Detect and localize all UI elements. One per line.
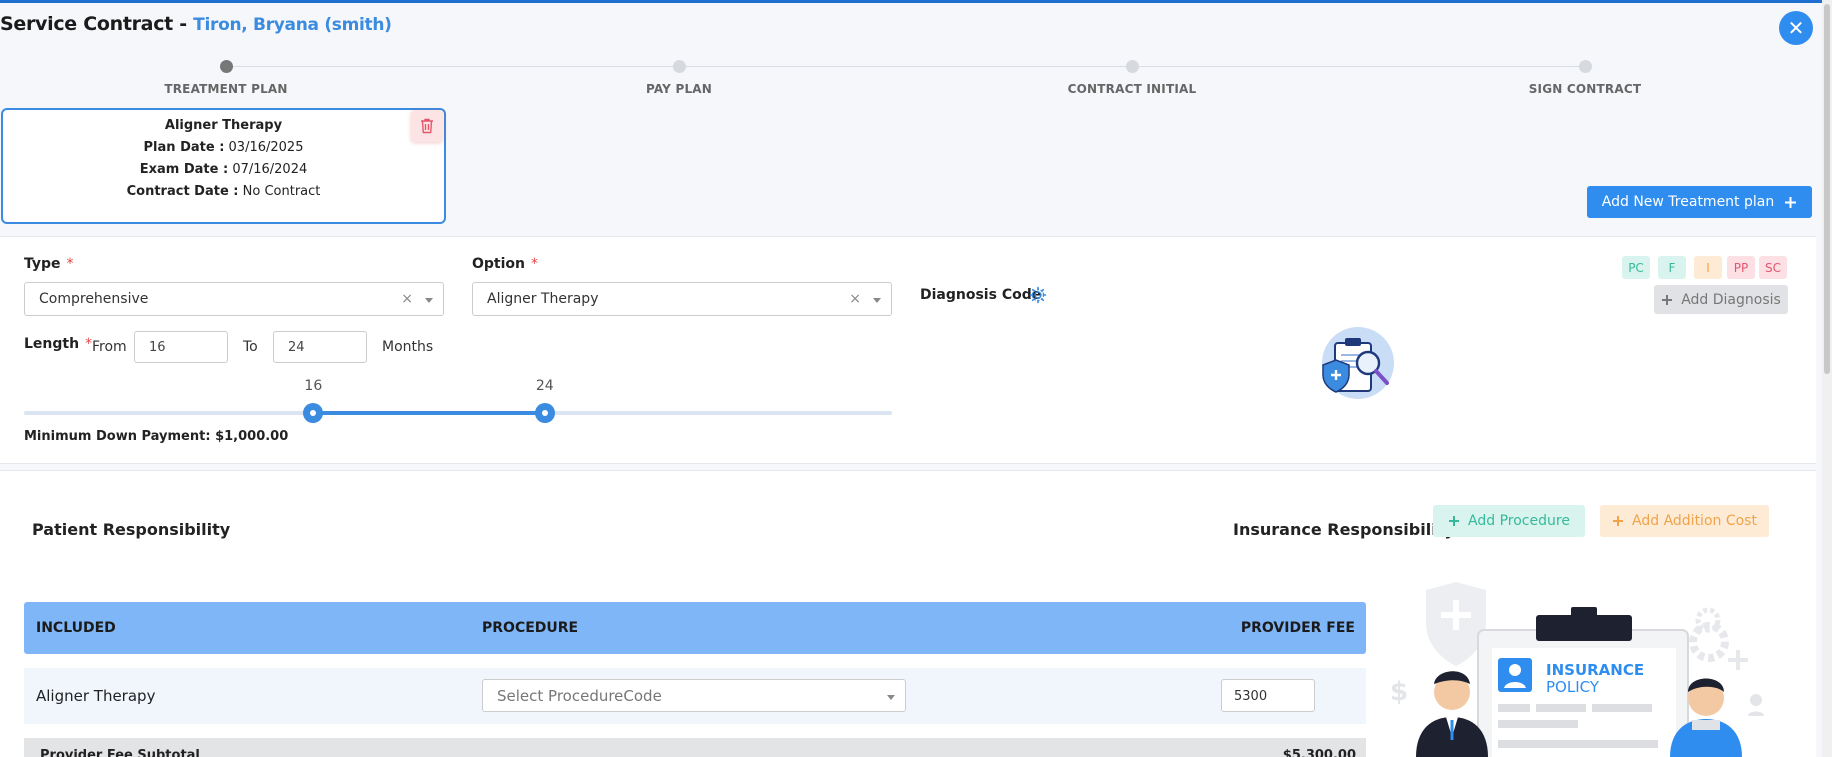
option-label-text: Option [472, 256, 525, 272]
add-treatment-plan-label: Add New Treatment plan [1601, 194, 1775, 210]
type-label: Type * [24, 256, 74, 272]
option-select[interactable]: Aligner Therapy × [472, 282, 892, 316]
step-dot [1125, 60, 1139, 73]
diagnosis-badge-pc[interactable]: PC [1622, 256, 1650, 279]
required-mark: * [66, 256, 74, 272]
page-title: Service Contract - Tiron, Bryana (smith) [0, 13, 392, 35]
clear-option-icon[interactable]: × [849, 291, 861, 307]
vertical-scrollbar[interactable] [1822, 0, 1832, 757]
step-sign-contract[interactable]: SIGN CONTRACT [1485, 60, 1685, 96]
step-label: PAY PLAN [645, 82, 713, 96]
length-to-input[interactable]: 24 [273, 331, 367, 363]
step-pay-plan[interactable]: PAY PLAN [579, 60, 779, 96]
delete-plan-button[interactable] [411, 110, 443, 142]
diagnosis-badge-sc[interactable]: SC [1759, 256, 1787, 279]
contract-date-label: Contract Date : [126, 184, 239, 199]
plan-card-title: Aligner Therapy [164, 118, 283, 133]
insurance-text: INSURANCE [1546, 661, 1644, 679]
svg-text:$: $ [1390, 677, 1408, 707]
length-label-text: Length [24, 336, 80, 352]
page-title-text: Service Contract - [0, 13, 194, 35]
type-select[interactable]: Comprehensive × [24, 282, 444, 316]
contract-date-value: No Contract [242, 184, 321, 199]
plus-icon [1449, 516, 1460, 526]
close-button[interactable]: ✕ [1779, 11, 1813, 45]
close-icon: ✕ [1787, 16, 1805, 40]
provider-fee-input[interactable]: 5300 [1221, 679, 1315, 712]
column-header-provider-fee: PROVIDER FEE [1240, 620, 1355, 636]
slider-high-handle[interactable] [534, 403, 555, 423]
step-contract-initial[interactable]: CONTRACT INITIAL [1032, 60, 1232, 96]
exam-date-label: Exam Date : [139, 162, 229, 177]
diagnosis-code-label: Diagnosis Code [920, 287, 1042, 303]
step-dot [1578, 60, 1592, 73]
step-label: TREATMENT PLAN [164, 82, 288, 96]
patient-responsibility-title: Patient Responsibility [32, 520, 231, 539]
plan-date-row: Plan Date : 03/16/2025 [3, 140, 444, 155]
chevron-down-icon [873, 298, 881, 303]
slider-high-value: 24 [535, 378, 554, 394]
minimum-down-payment: Minimum Down Payment: $1,000.00 [24, 429, 289, 444]
step-treatment-plan[interactable]: TREATMENT PLAN [126, 60, 326, 96]
chevron-down-icon [887, 695, 895, 700]
option-select-value: Aligner Therapy [487, 291, 599, 307]
plus-icon [1662, 294, 1673, 305]
stepper-line [226, 66, 1585, 67]
months-label: Months [382, 339, 434, 355]
add-diagnosis-button[interactable]: Add Diagnosis [1654, 285, 1788, 314]
add-diagnosis-label: Add Diagnosis [1681, 291, 1781, 308]
required-mark: * [531, 256, 538, 272]
chevron-down-icon [425, 298, 433, 303]
top-accent-bar [0, 0, 1832, 3]
patient-name[interactable]: Tiron, Bryana (smith) [193, 15, 392, 35]
option-label: Option * [472, 256, 538, 272]
to-label: To [243, 339, 258, 355]
scrollbar-thumb[interactable] [1824, 4, 1830, 374]
procedure-code-placeholder: Select ProcedureCode [497, 687, 662, 705]
treatment-plan-card[interactable]: Aligner Therapy Plan Date : 03/16/2025 E… [1, 108, 446, 224]
add-addition-cost-label: Add Addition Cost [1632, 513, 1757, 529]
length-from-input[interactable]: 16 [134, 331, 228, 363]
slider-low-value: 16 [304, 378, 323, 394]
included-cell: Aligner Therapy [36, 687, 156, 705]
step-label: SIGN CONTRACT [1528, 82, 1642, 96]
procedure-code-select[interactable]: Select ProcedureCode [482, 679, 906, 712]
clear-type-icon[interactable]: × [401, 291, 413, 307]
step-dot [219, 60, 233, 73]
column-header-included: INCLUDED [36, 620, 116, 636]
insurance-policy-illustration: $ INSURANCE POLICY [1390, 582, 1764, 757]
table-row: Aligner Therapy Select ProcedureCode 530… [24, 668, 1366, 724]
subtotal-label: Provider Fee Subtotal [40, 748, 200, 757]
add-procedure-button[interactable]: Add Procedure [1433, 505, 1585, 537]
clipboard-search-illustration [1322, 327, 1394, 399]
exam-date-value: 07/16/2024 [232, 162, 308, 177]
procedure-table-header: INCLUDED PROCEDURE PROVIDER FEE [24, 602, 1366, 654]
exam-date-row: Exam Date : 07/16/2024 [3, 162, 444, 177]
length-slider-range [313, 411, 545, 415]
type-label-text: Type [24, 256, 61, 272]
plus-icon [1613, 516, 1624, 526]
trash-icon [421, 118, 433, 134]
type-select-value: Comprehensive [39, 291, 149, 307]
step-label: CONTRACT INITIAL [1067, 82, 1197, 96]
from-label: From [92, 339, 127, 355]
plan-date-label: Plan Date : [143, 140, 225, 155]
plan-date-value: 03/16/2025 [228, 140, 304, 155]
provider-fee-subtotal-row: Provider Fee Subtotal $5,300.00 [24, 738, 1366, 757]
plus-icon [1785, 196, 1797, 208]
add-treatment-plan-button[interactable]: Add New Treatment plan [1587, 186, 1812, 218]
contract-date-row: Contract Date : No Contract [3, 184, 444, 199]
policy-text: POLICY [1546, 678, 1600, 696]
diagnosis-badge-i[interactable]: I [1694, 256, 1722, 279]
length-label: Length * [24, 336, 92, 352]
add-addition-cost-button[interactable]: Add Addition Cost [1600, 505, 1769, 537]
subtotal-value: $5,300.00 [1282, 748, 1356, 757]
gear-icon[interactable] [1029, 286, 1047, 304]
step-dot [672, 60, 686, 73]
column-header-procedure: PROCEDURE [482, 620, 579, 636]
add-procedure-label: Add Procedure [1468, 513, 1570, 529]
insurance-responsibility-title: Insurance Responsibility [1233, 520, 1455, 539]
diagnosis-badge-f[interactable]: F [1658, 256, 1686, 279]
diagnosis-badge-pp[interactable]: PP [1727, 256, 1755, 279]
